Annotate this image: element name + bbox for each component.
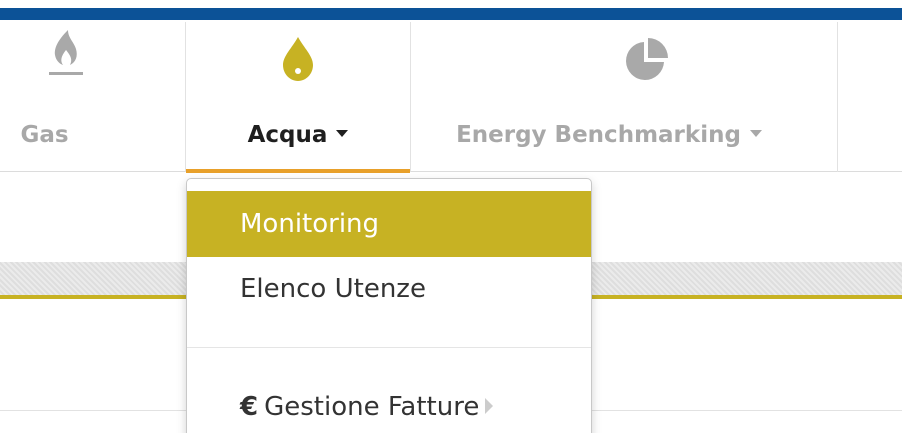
menu-item-gestione-fatture[interactable]: € Gestione Fatture <box>187 377 591 433</box>
menu-divider <box>187 347 591 348</box>
top-bar <box>0 0 902 22</box>
water-drop-icon <box>280 36 316 87</box>
top-accent-stripe <box>0 8 902 20</box>
main-nav: Gas Acqua Energy Benchmarking <box>0 22 902 173</box>
nav-label-energy-benchmarking: Energy Benchmarking <box>396 122 822 148</box>
menu-item-elenco-utenze[interactable]: Elenco Utenze <box>187 265 591 313</box>
flame-icon <box>46 28 86 81</box>
euro-icon: € <box>240 392 259 422</box>
chevron-right-icon <box>485 397 494 414</box>
nav-item-energy-benchmarking[interactable]: Energy Benchmarking <box>411 22 838 172</box>
active-tab-indicator <box>186 169 410 173</box>
pie-chart-icon <box>622 36 670 89</box>
nav-label-acqua: Acqua <box>186 122 410 148</box>
acqua-dropdown-menu: Monitoring Elenco Utenze € Gestione Fattu… <box>186 178 592 433</box>
chevron-down-icon <box>336 130 349 137</box>
chevron-down-icon <box>749 130 762 137</box>
nav-item-gas[interactable]: Gas <box>0 22 185 172</box>
menu-item-monitoring[interactable]: Monitoring <box>187 191 591 257</box>
nav-item-acqua[interactable]: Acqua <box>185 22 411 173</box>
nav-label-gas: Gas <box>20 122 69 148</box>
